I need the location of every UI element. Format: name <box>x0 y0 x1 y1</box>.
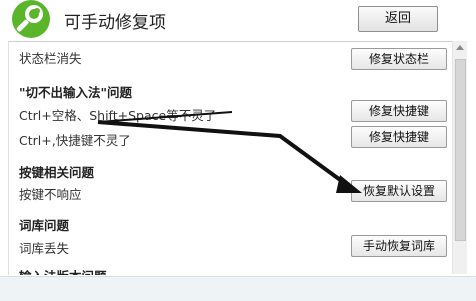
restore-defaults-button[interactable]: 恢复默认设置 <box>351 180 447 202</box>
repair-list: 状态栏消失 修复状态栏 "切不出输入法"问题 Ctrl+空格、Shift+Spa… <box>8 41 453 275</box>
dict-lost-label: 词库丢失 <box>19 241 70 256</box>
vertical-scrollbar[interactable] <box>452 41 467 274</box>
ctrl-comma-label: Ctrl+,快捷键不灵了 <box>19 133 131 148</box>
section-heading-version: 输入法版本问题 <box>19 266 107 275</box>
fix-shortcut-button-1[interactable]: 修复快捷键 <box>351 100 447 122</box>
fix-shortcut-button-2[interactable]: 修复快捷键 <box>351 126 447 148</box>
header: 可手动修复项 返回 <box>0 0 476 40</box>
scrollbar-thumb[interactable] <box>455 59 466 241</box>
restore-dict-button[interactable]: 手动恢复词库 <box>351 235 447 257</box>
back-button[interactable]: 返回 <box>358 6 438 32</box>
wrench-icon <box>12 0 50 38</box>
footer-bar <box>0 276 476 301</box>
statusbar-label: 状态栏消失 <box>19 51 82 66</box>
section-heading-dict: 词库问题 <box>19 218 70 233</box>
page-title: 可手动修复项 <box>64 13 166 33</box>
section-heading-input: "切不出输入法"问题 <box>19 85 133 100</box>
section-heading-keys: 按键相关问题 <box>19 165 95 180</box>
fix-statusbar-button[interactable]: 修复状态栏 <box>351 48 447 70</box>
scroll-up-icon[interactable] <box>456 45 464 50</box>
ctrl-space-label: Ctrl+空格、Shift+Space等不灵了 <box>19 108 217 123</box>
keys-unresponsive-label: 按键不响应 <box>19 187 82 202</box>
